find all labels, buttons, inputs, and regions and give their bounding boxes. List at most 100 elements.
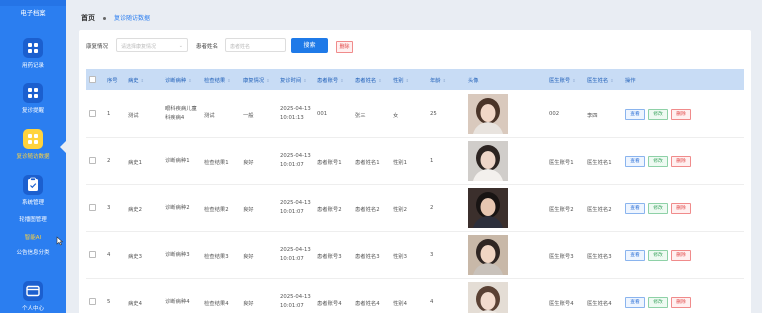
header-doctor-name[interactable]: 医生姓名 ⇕ (587, 76, 614, 84)
cell-account: 患者账号1 (317, 160, 342, 166)
view-button[interactable]: 查看 (625, 297, 645, 308)
breadcrumb-current: 复诊随访数据 (114, 15, 151, 22)
grid-icon (23, 38, 43, 58)
cell-disease-line: 诊断病种3 (165, 252, 190, 258)
sidebar-item-system[interactable]: 系统管理 (0, 175, 66, 206)
sidebar-item-carousel[interactable]: 轮播图管理 (0, 215, 66, 223)
cell-datetime: 2025-04-13 10:01:13 (280, 105, 311, 123)
cell-doctor-name: 医生姓名2 (587, 207, 612, 213)
cell-name: 患者姓名2 (355, 207, 380, 213)
cell-recovery: 良好 (243, 207, 254, 213)
sidebar-item-label: 个人中心 (21, 306, 44, 312)
grid-icon (23, 129, 43, 149)
view-button[interactable]: 查看 (625, 203, 645, 214)
row-checkbox[interactable] (89, 298, 96, 305)
search-button[interactable]: 搜索 (291, 38, 328, 53)
card-icon (23, 281, 43, 301)
cell-recovery: 良好 (243, 301, 254, 307)
mouse-cursor-icon (56, 236, 63, 246)
header-result[interactable]: 检查结果 ⇕ (204, 76, 231, 84)
avatar (468, 141, 508, 181)
recovery-label: 康复情况 (86, 44, 109, 50)
cell-doctor-name: 医生姓名3 (587, 254, 612, 260)
cell-result: 检查结果1 (204, 160, 229, 166)
header-history[interactable]: 病史 ⇕ (128, 76, 144, 84)
delete-button[interactable]: 删除 (671, 109, 691, 120)
breadcrumb-home[interactable]: 首页 (81, 14, 95, 22)
header-doctor-account[interactable]: 医生账号 ⇕ (549, 76, 576, 84)
recovery-select[interactable]: 请选择康复情况 ⌄ (116, 38, 188, 52)
cell-gender: 性别3 (393, 254, 407, 260)
cell-date: 2025-04-13 (280, 247, 311, 253)
sidebar-item-followup-data[interactable]: 复诊随访数据 (0, 129, 66, 160)
delete-button[interactable]: 删除 (671, 156, 691, 167)
view-button[interactable]: 查看 (625, 156, 645, 167)
header-recovery[interactable]: 康复情况 ⇕ (243, 76, 270, 84)
header-disease[interactable]: 诊断病种 ⇕ (165, 76, 192, 84)
cell-doctor-name: 医生姓名4 (587, 301, 612, 307)
batch-delete-button[interactable]: 删除 (336, 41, 353, 53)
sidebar-item-medication[interactable]: 用药记录 (0, 38, 66, 69)
cell-doctor-name: 李四 (587, 113, 598, 119)
sidebar-item-reminder[interactable]: 复诊提醒 (0, 83, 66, 114)
view-button[interactable]: 查看 (625, 250, 645, 261)
view-button[interactable]: 查看 (625, 109, 645, 120)
edit-button[interactable]: 修改 (648, 109, 668, 120)
table-row: 3 病史2 诊断病种2 检查结果2 良好 2025-04-13 10:01:07 患者账号2 患… (86, 185, 744, 232)
cell-recovery: 良好 (243, 160, 254, 166)
cell-age: 1 (430, 158, 434, 164)
sidebar-item-profile[interactable]: 个人中心 (0, 281, 66, 312)
cell-history: 病史4 (128, 301, 142, 307)
table-row: 4 病史3 诊断病种3 检查结果3 良好 2025-04-13 10:01:07 患者账号3 患… (86, 232, 744, 279)
table-row: 5 病史4 诊断病种4 检查结果4 良好 2025-04-13 10:01:07 患者账号4 患… (86, 279, 744, 313)
header-age[interactable]: 年龄 ⇕ (430, 76, 446, 84)
delete-button[interactable]: 删除 (671, 297, 691, 308)
edit-button[interactable]: 修改 (648, 156, 668, 167)
select-all-checkbox[interactable] (89, 76, 96, 83)
sidebar-item-label: 复诊提醒 (21, 108, 44, 114)
cell-gender: 性别4 (393, 301, 407, 307)
cell-gender: 性别2 (393, 207, 407, 213)
sidebar-item-notice-category[interactable]: 公告信息分类 (0, 248, 66, 256)
cell-name: 张三 (355, 113, 366, 119)
sidebar-item-e-archive[interactable]: 电子档案 (0, 8, 66, 17)
cell-index: 2 (107, 158, 111, 164)
cell-name: 患者姓名4 (355, 301, 380, 307)
cell-age: 2 (430, 205, 434, 211)
sidebar-item-label: 复诊随访数据 (16, 154, 50, 160)
cell-name: 患者姓名1 (355, 160, 380, 166)
cell-history: 测试 (128, 113, 139, 119)
header-actions: 操作 (625, 78, 636, 84)
avatar (468, 94, 508, 134)
row-checkbox[interactable] (89, 157, 96, 164)
header-name[interactable]: 患者姓名 ⇕ (355, 76, 382, 84)
cell-age: 4 (430, 299, 434, 305)
edit-button[interactable]: 修改 (648, 203, 668, 214)
header-gender[interactable]: 性别 ⇕ (393, 76, 409, 84)
cell-history: 病史1 (128, 160, 142, 166)
cell-index: 5 (107, 299, 111, 305)
cell-time: 10:01:07 (280, 256, 304, 262)
sidebar-item-label: 系统管理 (21, 200, 44, 206)
cell-doctor-name: 医生姓名1 (587, 160, 612, 166)
breadcrumb: 首页 复诊随访数据 (81, 13, 150, 23)
patient-name-input[interactable]: 患者姓名 (225, 38, 286, 52)
cell-disease: 眼科疾病儿童 科疾病4 (165, 105, 197, 123)
cell-datetime: 2025-04-13 10:01:07 (280, 199, 311, 217)
delete-button[interactable]: 删除 (671, 203, 691, 214)
cell-result: 测试 (204, 113, 215, 119)
row-checkbox[interactable] (89, 204, 96, 211)
header-date[interactable]: 复诊时间 ⇕ (280, 76, 307, 84)
cell-doctor-account: 002 (549, 111, 560, 117)
cell-date: 2025-04-13 (280, 106, 311, 112)
edit-button[interactable]: 修改 (648, 250, 668, 261)
row-checkbox[interactable] (89, 110, 96, 117)
delete-button[interactable]: 删除 (671, 250, 691, 261)
cell-result: 检查结果3 (204, 254, 229, 260)
cell-disease-line: 科疾病4 (165, 115, 185, 121)
edit-button[interactable]: 修改 (648, 297, 668, 308)
grid-icon (23, 83, 43, 103)
header-account[interactable]: 患者账号 ⇕ (317, 76, 344, 84)
patient-name-label: 患者姓名 (196, 44, 219, 50)
row-checkbox[interactable] (89, 251, 96, 258)
